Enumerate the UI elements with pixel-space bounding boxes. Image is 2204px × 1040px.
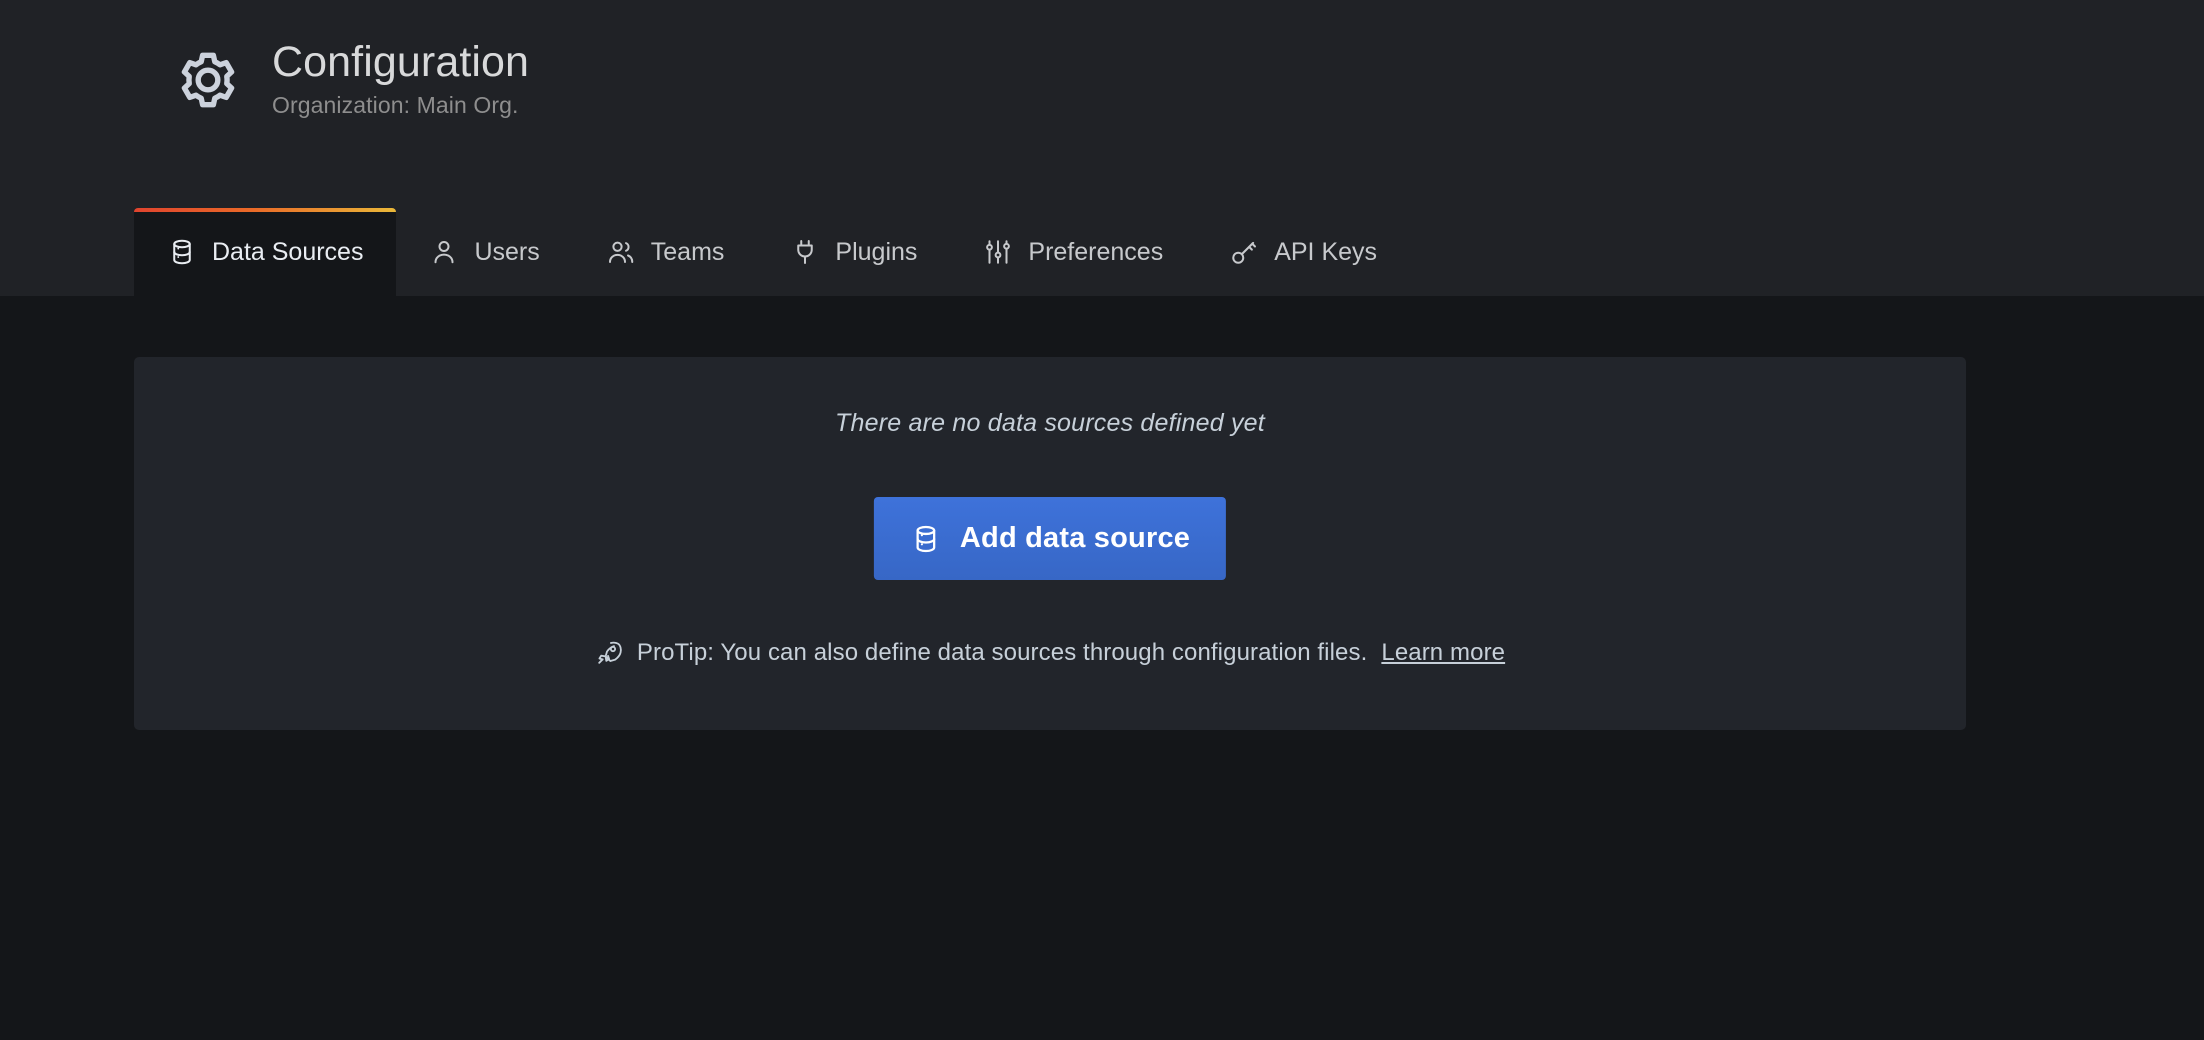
tab-label: Data Sources (212, 237, 364, 266)
database-icon (910, 523, 942, 555)
users-group-icon (606, 237, 636, 267)
key-icon (1229, 237, 1259, 267)
tab-label: API Keys (1274, 237, 1378, 266)
tab-users[interactable]: Users (396, 208, 572, 296)
tab-label: Users (474, 237, 540, 266)
page-header: Configuration Organization: Main Org. (0, 0, 2204, 208)
configuration-page: Configuration Organization: Main Org. Da… (0, 0, 2204, 1040)
tab-data-sources[interactable]: Data Sources (134, 208, 397, 296)
tab-teams[interactable]: Teams (573, 208, 758, 296)
plug-icon (790, 237, 820, 267)
page-body: There are no data sources defined yet Ad… (0, 296, 2204, 1040)
tab-label: Teams (650, 237, 725, 266)
tab-api-keys[interactable]: API Keys (1196, 208, 1410, 296)
empty-state-message: There are no data sources defined yet (835, 409, 1265, 437)
tab-label: Plugins (835, 237, 918, 266)
tab-plugins[interactable]: Plugins (757, 208, 950, 296)
title-block: Configuration Organization: Main Org. (272, 38, 529, 119)
header-content: Configuration Organization: Main Org. (170, 38, 529, 119)
data-sources-empty-panel: There are no data sources defined yet Ad… (134, 357, 1966, 730)
tab-preferences[interactable]: Preferences (950, 208, 1196, 296)
add-data-source-label: Add data source (959, 522, 1191, 554)
tab-navigation: Data Sources Users Teams Plugins Prefere… (0, 208, 2204, 296)
page-title: Configuration (272, 38, 530, 86)
page-subtitle: Organization: Main Org. (272, 92, 519, 119)
protip-text: ProTip: You can also define data sources… (636, 639, 1368, 666)
protip-row: ProTip: You can also define data sources… (134, 639, 1966, 667)
learn-more-link[interactable]: Learn more (1381, 639, 1505, 667)
add-data-source-button[interactable]: Add data source (873, 497, 1227, 580)
user-icon (429, 237, 459, 267)
sliders-icon (983, 237, 1013, 267)
rocket-icon (595, 639, 623, 667)
gear-icon (170, 42, 246, 118)
tab-label: Preferences (1028, 237, 1164, 266)
database-icon (167, 237, 197, 267)
